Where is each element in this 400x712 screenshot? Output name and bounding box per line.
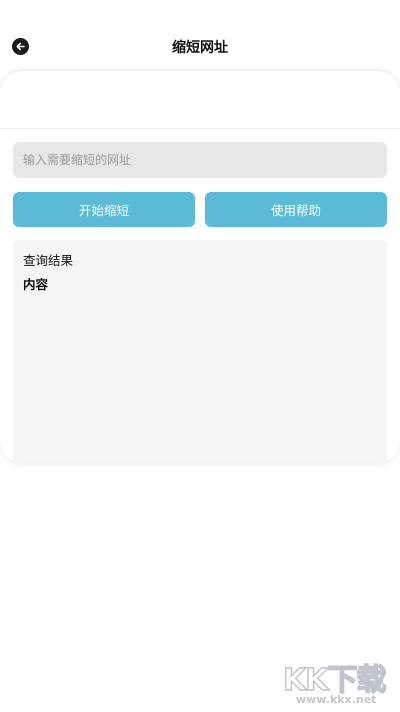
- start-shorten-button[interactable]: 开始缩短: [13, 192, 195, 227]
- main-card: 开始缩短 使用帮助 查询结果 内容: [0, 71, 400, 463]
- help-button[interactable]: 使用帮助: [205, 192, 387, 227]
- result-panel: 查询结果 内容: [13, 240, 387, 463]
- page-title: 缩短网址: [172, 40, 228, 56]
- watermark-logo: KK下载 www.kkx.net: [282, 655, 395, 707]
- result-content: 内容: [23, 277, 49, 292]
- card-divider: [0, 128, 400, 129]
- page: 缩短网址 开始缩短 使用帮助 查询结果 内容 KK下载 www.kkx.net: [0, 0, 400, 712]
- watermark-url: www.kkx.net: [296, 693, 377, 706]
- top-bar: 缩短网址: [0, 26, 400, 66]
- url-input[interactable]: [13, 142, 387, 178]
- result-title: 查询结果: [23, 253, 74, 268]
